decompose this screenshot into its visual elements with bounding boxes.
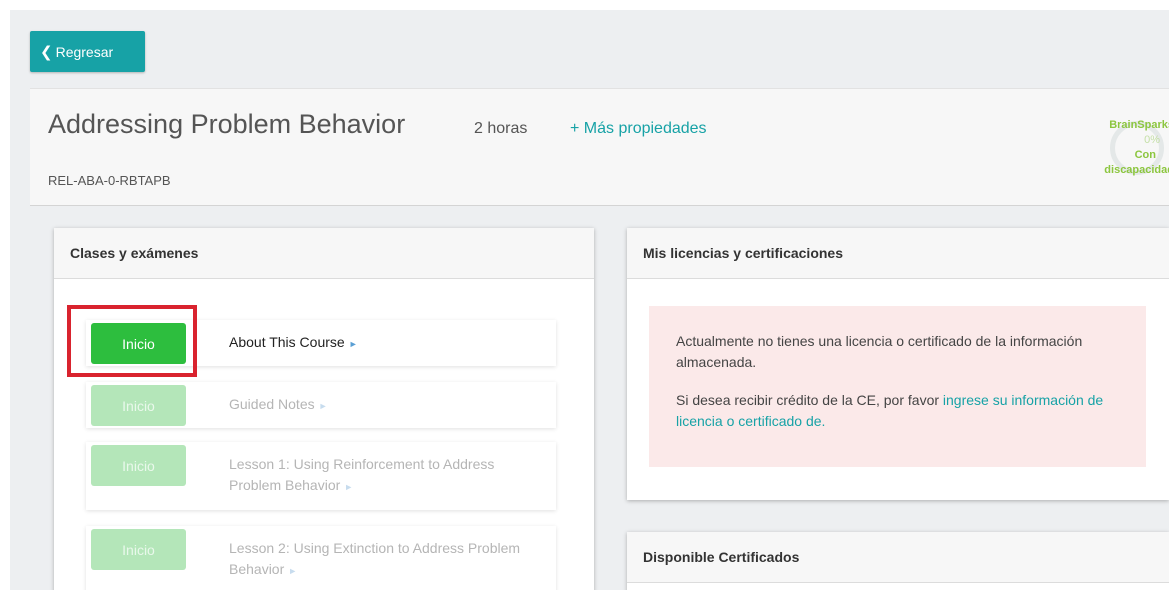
page-background: ❮ Regresar Addressing Problem Behavior 2… <box>10 10 1169 590</box>
brain-sparks-badge: BrainSparks 0% Con discapacidad <box>1070 109 1169 189</box>
certificates-panel: Disponible Certificados <box>627 532 1169 590</box>
start-button: Inicio <box>91 529 186 570</box>
notice-prefix: Si desea recibir crédito de la CE, por f… <box>676 392 940 408</box>
course-title: Addressing Problem Behavior <box>48 109 406 139</box>
lesson-item: Inicio Lesson 2: Using Extinction to Add… <box>86 526 556 590</box>
lesson-item: Inicio About This Course ► <box>86 320 556 366</box>
notice-text: Actualmente no tienes una licencia o cer… <box>676 333 1083 370</box>
caret-right-icon: ► <box>288 566 298 576</box>
brain-sparks-status-line2: discapacidad <box>1104 164 1169 176</box>
start-button[interactable]: Inicio <box>91 323 186 364</box>
certificates-panel-title: Disponible Certificados <box>627 532 1169 583</box>
lesson-item: Inicio Lesson 1: Using Reinforcement to … <box>86 442 556 510</box>
course-header: Addressing Problem Behavior 2 horas + Má… <box>30 88 1169 206</box>
brain-sparks-status-line1: Con <box>1134 149 1156 161</box>
more-properties-link[interactable]: + Más propiedades <box>570 120 707 138</box>
lesson-title-link: Lesson 2: Using Extinction to Address Pr… <box>229 538 529 582</box>
brain-sparks-text: BrainSparks 0% Con discapacidad <box>1070 118 1169 178</box>
caret-right-icon: ► <box>348 339 358 349</box>
caret-right-icon: ► <box>318 401 328 411</box>
back-button-label: Regresar <box>55 43 114 60</box>
licenses-panel-title: Mis licencias y certificaciones <box>627 228 1169 279</box>
lesson-title: Lesson 1: Using Reinforcement to Address… <box>229 456 495 493</box>
caret-right-icon: ► <box>344 482 354 492</box>
start-button: Inicio <box>91 445 186 486</box>
brain-sparks-percent: 0% <box>1144 134 1160 146</box>
classes-panel: Clases y exámenes Inicio About This Cour… <box>54 228 594 590</box>
lesson-title-link: Guided Notes ► <box>229 394 328 417</box>
lesson-item: Inicio Guided Notes ► <box>86 382 556 428</box>
course-hours: 2 horas <box>474 120 528 137</box>
classes-panel-title: Clases y exámenes <box>54 228 594 279</box>
chevron-left-icon: ❮ <box>40 43 53 61</box>
lesson-title-link: Lesson 1: Using Reinforcement to Address… <box>229 454 544 498</box>
back-button[interactable]: ❮ Regresar <box>30 31 145 72</box>
licenses-panel: Mis licencias y certificaciones Actualme… <box>627 228 1169 500</box>
lesson-title: About This Course <box>229 334 345 350</box>
course-code: REL-ABA-0-RBTAPB <box>48 173 171 188</box>
lesson-title: Lesson 2: Using Extinction to Address Pr… <box>229 540 521 577</box>
license-notice: Actualmente no tienes una licencia o cer… <box>649 306 1146 467</box>
lesson-title-link[interactable]: About This Course ► <box>229 332 358 355</box>
start-button: Inicio <box>91 385 186 426</box>
lesson-title: Guided Notes <box>229 396 315 412</box>
brain-sparks-title: BrainSparks <box>1109 119 1169 131</box>
notice-cta: Si desea recibir crédito de la CE, por f… <box>676 390 1122 432</box>
